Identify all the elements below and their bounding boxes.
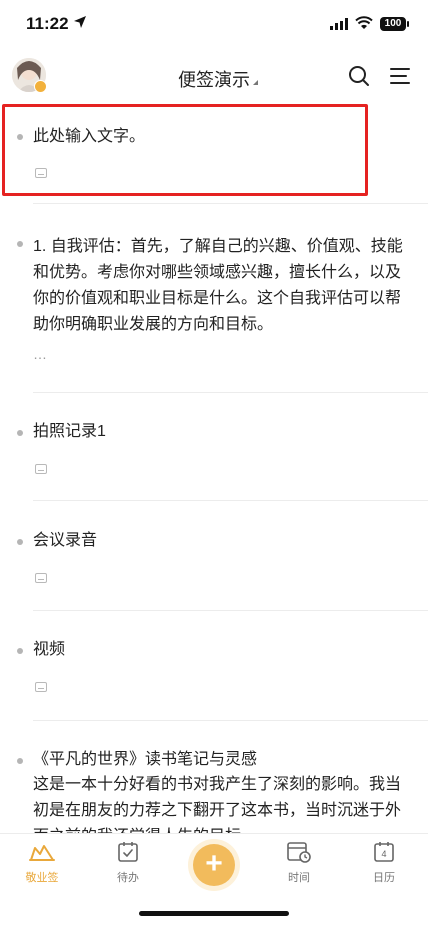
note-tag-icon[interactable] [35,464,47,474]
tab-label: 待办 [117,872,139,884]
tab-todo[interactable]: 待办 [93,840,163,885]
calendar-day: 4 [381,849,386,859]
tab-label: 敬业签 [25,872,59,884]
status-time: 11:22 [26,14,69,33]
battery-icon: 100 [380,17,409,31]
menu-icon[interactable] [388,64,412,88]
add-note-button[interactable]: + [193,844,235,886]
more-ellipsis: … [33,346,47,362]
home-indicator [139,911,289,916]
highlight-box [2,104,368,196]
location-arrow-icon [74,16,86,28]
bullet-icon [17,430,23,436]
note-item[interactable]: 视频 [0,611,428,720]
cellular-signal-icon [330,18,348,30]
time-clock-icon [287,842,311,863]
search-icon[interactable] [347,64,371,88]
status-bar: 11:22 100 [0,0,428,50]
note-item[interactable]: 此处输入文字。 [0,100,428,204]
note-item[interactable]: 《平凡的世界》读书笔记与灵感 这是一本十分好看的书对我产生了深刻的影响。我当初是… [0,721,428,833]
bullet-icon [17,758,23,764]
note-tag-icon[interactable] [35,682,47,692]
note-item[interactable]: 拍照记录1 [0,393,428,500]
app-header: 便签演示 [0,52,428,100]
wifi-icon [355,16,373,29]
tab-calendar[interactable]: 4 日历 [349,840,419,885]
note-text: 视频 [33,641,66,658]
dropdown-caret-icon[interactable] [253,80,258,85]
note-item[interactable]: 1. 自我评估：首先，了解自己的兴趣、价值观、技能和优势。考虑你对哪些领域感兴趣… [0,204,428,392]
note-text: 这是一本十分好看的书对我产生了深刻的影响。我当初是在朋友的力荐之下翻开了这本书，… [33,776,402,833]
note-title: 《平凡的世界》读书笔记与灵感 [33,751,258,768]
note-text: 1. 自我评估：首先，了解自己的兴趣、价值观、技能和优势。考虑你对哪些领域感兴趣… [33,238,403,333]
plus-icon: + [205,847,223,880]
notes-cloud-icon [29,845,55,861]
note-item[interactable]: 会议录音 [0,501,428,610]
tab-notes[interactable]: 敬业签 [7,840,77,885]
tab-label: 日历 [373,872,395,884]
calendar-icon: 4 [374,842,394,862]
note-text: 会议录音 [33,532,98,549]
notes-list[interactable]: 此处输入文字。 1. 自我评估：首先，了解自己的兴趣、价值观、技能和优势。考虑你… [0,100,428,833]
note-tag-icon[interactable] [35,573,47,583]
bullet-icon [17,241,23,247]
tab-time[interactable]: 时间 [264,840,334,885]
bullet-icon [17,648,23,654]
note-text: 拍照记录1 [33,423,106,440]
bullet-icon [17,539,23,545]
tab-label: 时间 [288,872,310,884]
todo-checkbox-icon [118,842,138,862]
